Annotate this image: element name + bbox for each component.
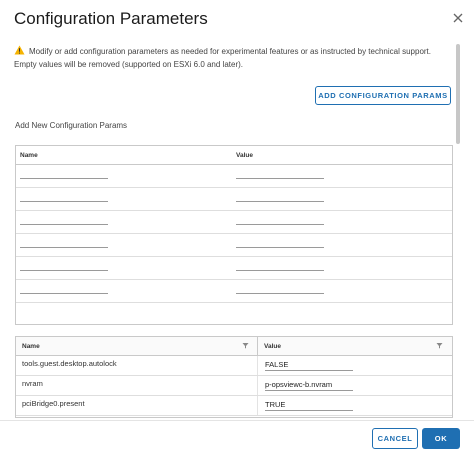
warning-icon — [14, 45, 25, 55]
param-value-input[interactable]: FALSE — [265, 360, 353, 371]
column-header-value[interactable]: Value — [264, 343, 281, 350]
new-params-grid-header: Name Value — [16, 146, 452, 165]
name-input[interactable] — [20, 247, 108, 248]
add-configuration-params-button[interactable]: ADD CONFIGURATION PARAMS — [315, 86, 451, 105]
warning-message: Modify or add configuration parameters a… — [14, 45, 444, 71]
new-params-heading: Add New Configuration Params — [15, 121, 128, 130]
ok-button[interactable]: OK — [422, 428, 460, 449]
warning-text: Modify or add configuration parameters a… — [14, 47, 431, 69]
name-input[interactable] — [20, 270, 108, 271]
value-input[interactable] — [236, 201, 324, 202]
new-params-grid: Name Value — [15, 145, 453, 325]
value-input[interactable] — [236, 270, 324, 271]
name-input[interactable] — [20, 201, 108, 202]
table-row — [16, 188, 452, 211]
param-value-input[interactable]: p-opsviewc-b.nvram — [265, 380, 353, 391]
value-input[interactable] — [236, 293, 324, 294]
table-row — [16, 165, 452, 188]
filter-icon[interactable] — [242, 342, 249, 349]
footer-divider — [0, 420, 474, 421]
table-row — [16, 257, 452, 280]
value-input[interactable] — [236, 224, 324, 225]
table-row — [16, 211, 452, 234]
table-row: pciBridge0.present TRUE — [16, 396, 452, 416]
scrollbar[interactable] — [456, 44, 460, 144]
param-name: tools.guest.desktop.autolock — [22, 359, 117, 368]
column-header-value: Value — [236, 152, 253, 159]
name-input[interactable] — [20, 224, 108, 225]
param-value-input[interactable]: TRUE — [265, 400, 353, 411]
cancel-button[interactable]: CANCEL — [372, 428, 418, 449]
table-row — [16, 280, 452, 303]
param-name: nvram — [22, 379, 43, 388]
column-header-name[interactable]: Name — [22, 343, 40, 350]
table-row — [16, 234, 452, 257]
close-icon[interactable] — [452, 12, 464, 24]
value-input[interactable] — [236, 178, 324, 179]
config-params-grid: Name Value tools.guest.desktop.autolock … — [15, 336, 453, 418]
name-input[interactable] — [20, 293, 108, 294]
dialog-title: Configuration Parameters — [14, 9, 208, 28]
param-name: pciBridge0.present — [22, 399, 85, 408]
value-input[interactable] — [236, 247, 324, 248]
table-row: tools.guest.desktop.autolock FALSE — [16, 356, 452, 376]
column-header-name: Name — [20, 152, 38, 159]
table-row: nvram p-opsviewc-b.nvram — [16, 376, 452, 396]
filter-icon[interactable] — [436, 342, 443, 349]
name-input[interactable] — [20, 178, 108, 179]
config-params-grid-header: Name Value — [16, 337, 452, 356]
